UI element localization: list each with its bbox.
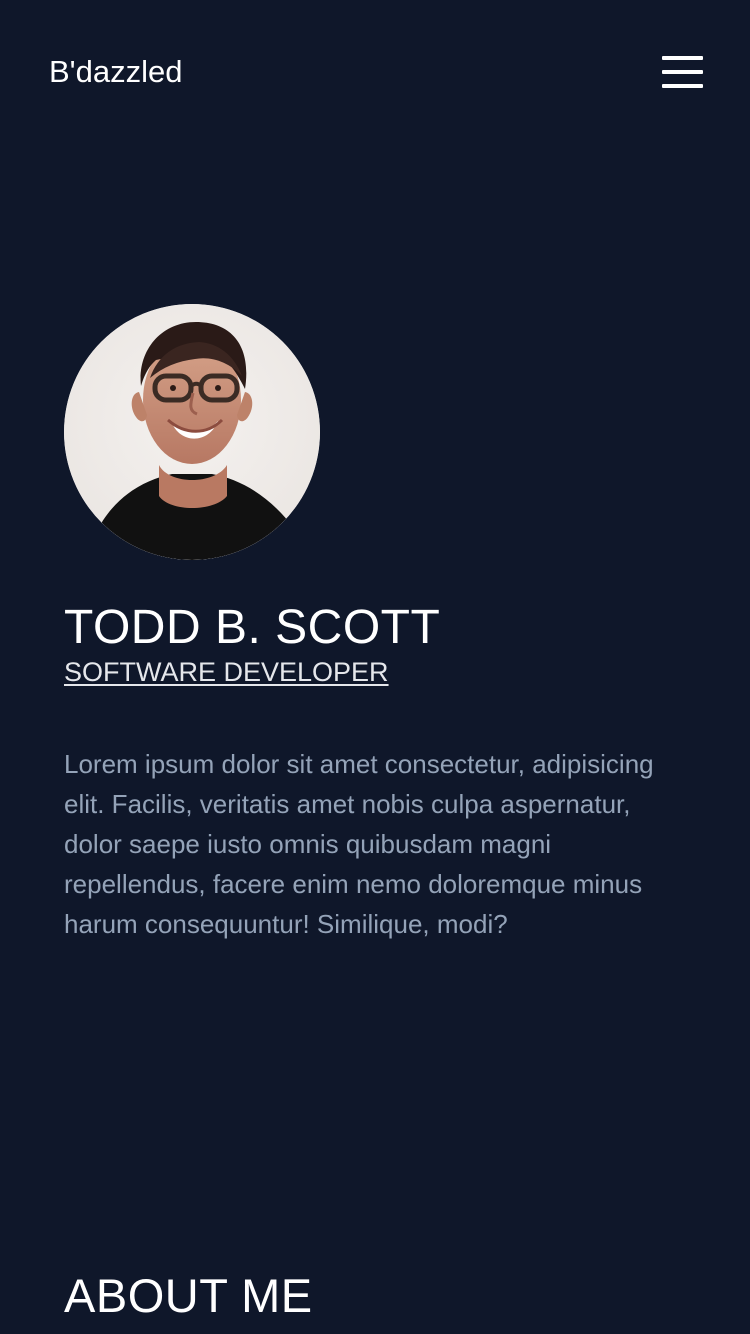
portfolio-page: B'dazzled TODD B. SCOTT SOFTWARE DEVELOP… [0, 0, 750, 1334]
profile-role-link[interactable]: SOFTWARE DEVELOPER [64, 656, 389, 688]
profile-avatar-photo [64, 304, 320, 560]
profile-hero-section: TODD B. SCOTT SOFTWARE DEVELOPER Lorem i… [64, 304, 694, 944]
hamburger-menu-icon-middle-line [662, 70, 703, 74]
top-navigation: B'dazzled [0, 0, 750, 145]
hamburger-menu-icon-top-line [662, 56, 703, 60]
profile-name: TODD B. SCOTT [64, 601, 441, 654]
profile-bio: Lorem ipsum dolor sit amet consectetur, … [64, 749, 654, 939]
brand-logo-link[interactable]: B'dazzled [49, 52, 182, 92]
hamburger-menu-icon-bottom-line [662, 84, 703, 88]
about-section-heading: ABOUT ME [64, 1269, 313, 1322]
hamburger-menu-button[interactable] [656, 50, 708, 96]
